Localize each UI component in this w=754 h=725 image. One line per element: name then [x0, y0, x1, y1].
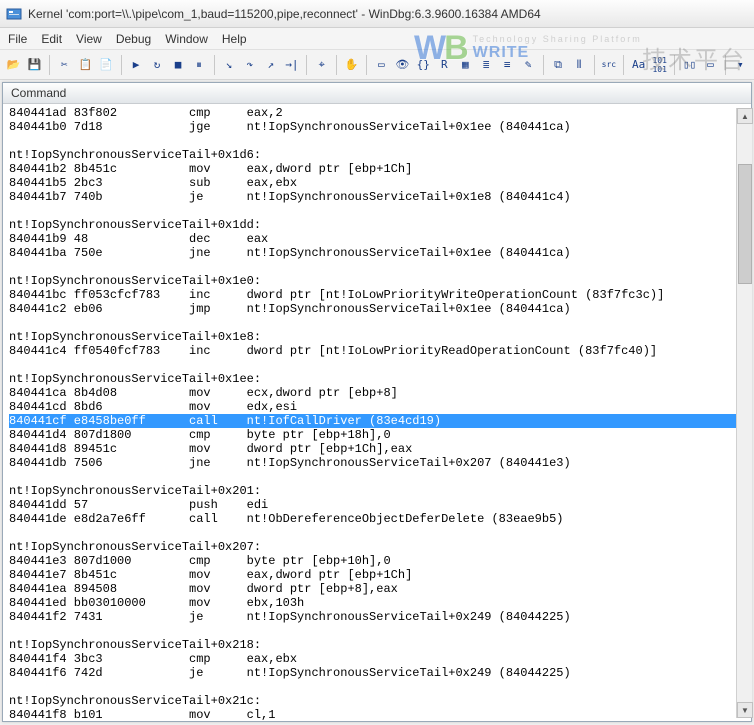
disasm-line[interactable]: 840441ed bb03010000 mov ebx,103h [9, 596, 745, 610]
disasm-line[interactable]: 840441db 7506 jne nt!IopSynchronousServi… [9, 456, 745, 470]
disasm-line[interactable]: nt!IopSynchronousServiceTail+0x1d6: [9, 148, 745, 162]
disassembly-output[interactable]: 840441ad 83f802 cmp eax,2840441b0 7d18 j… [3, 104, 751, 721]
locals-window-icon[interactable]: {} [414, 54, 433, 76]
toolbar-separator [366, 55, 367, 75]
cursor-icon[interactable]: ⌖ [312, 54, 331, 76]
disasm-line[interactable]: 840441c2 eb06 jmp nt!IopSynchronousServi… [9, 302, 745, 316]
paste-icon[interactable]: 📄 [97, 54, 116, 76]
disasm-line[interactable]: 840441ba 750e jne nt!IopSynchronousServi… [9, 246, 745, 260]
watch-window-icon[interactable]: 👁 [393, 54, 412, 76]
toolbar-separator [594, 55, 595, 75]
save-icon[interactable]: 💾 [25, 54, 44, 76]
disasm-line[interactable] [9, 526, 745, 540]
source-mode-icon[interactable]: src [599, 54, 618, 76]
disasm-line[interactable]: 840441bc ff053cfcf783 inc dword ptr [nt!… [9, 288, 745, 302]
disasm-line[interactable]: 840441d4 807d1800 cmp byte ptr [ebp+18h]… [9, 428, 745, 442]
command-window-title: Command [3, 83, 751, 104]
break-icon[interactable]: ⏸ [190, 54, 209, 76]
vertical-scrollbar[interactable]: ▲ ▼ [736, 108, 752, 718]
scroll-thumb[interactable] [738, 164, 752, 284]
disasm-line[interactable]: nt!IopSynchronousServiceTail+0x218: [9, 638, 745, 652]
menu-debug[interactable]: Debug [116, 32, 151, 46]
disasm-line[interactable]: nt!IopSynchronousServiceTail+0x207: [9, 540, 745, 554]
processes-icon[interactable]: ⧉ [549, 54, 568, 76]
hand-icon[interactable]: ✋ [342, 54, 361, 76]
step-over-icon[interactable]: ↷ [240, 54, 259, 76]
disasm-line[interactable] [9, 260, 745, 274]
window-title: Kernel 'com:port=\\.\pipe\com_1,baud=115… [28, 7, 541, 21]
toolbar-separator [214, 55, 215, 75]
window-titlebar: Kernel 'com:port=\\.\pipe\com_1,baud=115… [0, 0, 754, 28]
disasm-line[interactable]: 840441b7 740b je nt!IopSynchronousServic… [9, 190, 745, 204]
disasm-line[interactable]: nt!IopSynchronousServiceTail+0x21c: [9, 694, 745, 708]
disasm-line[interactable]: 840441ca 8b4d08 mov ecx,dword ptr [ebp+8… [9, 386, 745, 400]
cut-icon[interactable]: ✂ [55, 54, 74, 76]
disasm-line[interactable]: 840441b9 48 dec eax [9, 232, 745, 246]
step-into-icon[interactable]: ↘ [219, 54, 238, 76]
scroll-up-button[interactable]: ▲ [737, 108, 753, 124]
disasm-line[interactable]: 840441f2 7431 je nt!IopSynchronousServic… [9, 610, 745, 624]
toolbar-separator [49, 55, 50, 75]
disasm-line[interactable]: 840441f8 b101 mov cl,1 [9, 708, 745, 721]
disasm-line[interactable]: nt!IopSynchronousServiceTail+0x1e0: [9, 274, 745, 288]
go-icon[interactable]: ▶ [127, 54, 146, 76]
memory-window-icon[interactable]: ▦ [456, 54, 475, 76]
disasm-line[interactable]: 840441de e8d2a7e6ff call nt!ObDereferenc… [9, 512, 745, 526]
disasm-window-icon[interactable]: ≡ [498, 54, 517, 76]
disasm-line[interactable]: 840441f6 742d je nt!IopSynchronousServic… [9, 666, 745, 680]
disasm-line[interactable] [9, 624, 745, 638]
disasm-line[interactable] [9, 316, 745, 330]
scratch-window-icon[interactable]: ✎ [519, 54, 538, 76]
menu-file[interactable]: File [8, 32, 27, 46]
threads-icon[interactable]: ⫴ [570, 54, 589, 76]
cmd-window-icon[interactable]: ▭ [372, 54, 391, 76]
disasm-line[interactable] [9, 680, 745, 694]
disasm-line[interactable]: 840441c4 ff0540fcf783 inc dword ptr [nt!… [9, 344, 745, 358]
menu-view[interactable]: View [76, 32, 102, 46]
disasm-line[interactable]: 840441b2 8b451c mov eax,dword ptr [ebp+1… [9, 162, 745, 176]
scroll-track[interactable] [737, 124, 752, 702]
step-out-icon[interactable]: ↗ [261, 54, 280, 76]
disasm-line[interactable]: 840441cd 8bd6 mov edx,esi [9, 400, 745, 414]
disasm-line[interactable] [9, 358, 745, 372]
disasm-line[interactable] [9, 204, 745, 218]
toolbar-separator [121, 55, 122, 75]
app-icon [6, 6, 22, 22]
disasm-line[interactable]: 840441b0 7d18 jge nt!IopSynchronousServi… [9, 120, 745, 134]
disasm-line[interactable]: 840441dd 57 push edi [9, 498, 745, 512]
open-icon[interactable]: 📂 [4, 54, 23, 76]
menu-window[interactable]: Window [165, 32, 208, 46]
disasm-line[interactable]: 840441b5 2bc3 sub eax,ebx [9, 176, 745, 190]
disasm-line[interactable]: 840441e7 8b451c mov eax,dword ptr [ebp+1… [9, 568, 745, 582]
registers-window-icon[interactable]: R [435, 54, 454, 76]
disasm-line[interactable]: nt!IopSynchronousServiceTail+0x1e8: [9, 330, 745, 344]
disasm-line[interactable]: nt!IopSynchronousServiceTail+0x1ee: [9, 372, 745, 386]
watermark-platform: 技术平台 [642, 40, 746, 75]
call-stack-window-icon[interactable]: ≣ [477, 54, 496, 76]
toolbar-separator [543, 55, 544, 75]
menubar: File Edit View Debug Window Help [0, 28, 754, 50]
menu-edit[interactable]: Edit [41, 32, 62, 46]
disasm-line[interactable]: 840441f4 3bc3 cmp eax,ebx [9, 652, 745, 666]
disasm-line[interactable]: 840441d8 89451c mov dword ptr [ebp+1Ch],… [9, 442, 745, 456]
run-to-icon[interactable]: →| [282, 54, 301, 76]
toolbar: 📂💾✂📋📄▶↻■⏸↘↷↗→|⌖✋▭👁{}R▦≣≡✎⧉⫴srcAa101 101▯… [0, 50, 754, 80]
menu-help[interactable]: Help [222, 32, 247, 46]
stop-icon[interactable]: ■ [169, 54, 188, 76]
disasm-line-highlighted[interactable]: 840441cf e8458be0ff call nt!IofCallDrive… [9, 414, 745, 428]
restart-icon[interactable]: ↻ [148, 54, 167, 76]
toolbar-separator [306, 55, 307, 75]
scroll-down-button[interactable]: ▼ [737, 702, 753, 718]
disasm-line[interactable]: nt!IopSynchronousServiceTail+0x201: [9, 484, 745, 498]
toolbar-separator [336, 55, 337, 75]
disasm-line[interactable]: 840441ad 83f802 cmp eax,2 [9, 106, 745, 120]
toolbar-separator [623, 55, 624, 75]
disasm-line[interactable] [9, 470, 745, 484]
disasm-line[interactable]: 840441e3 807d1000 cmp byte ptr [ebp+10h]… [9, 554, 745, 568]
command-window: Command 840441ad 83f802 cmp eax,2840441b… [2, 82, 752, 722]
copy-icon[interactable]: 📋 [76, 54, 95, 76]
disasm-line[interactable]: 840441ea 894508 mov dword ptr [ebp+8],ea… [9, 582, 745, 596]
disasm-line[interactable] [9, 134, 745, 148]
disasm-line[interactable]: nt!IopSynchronousServiceTail+0x1dd: [9, 218, 745, 232]
